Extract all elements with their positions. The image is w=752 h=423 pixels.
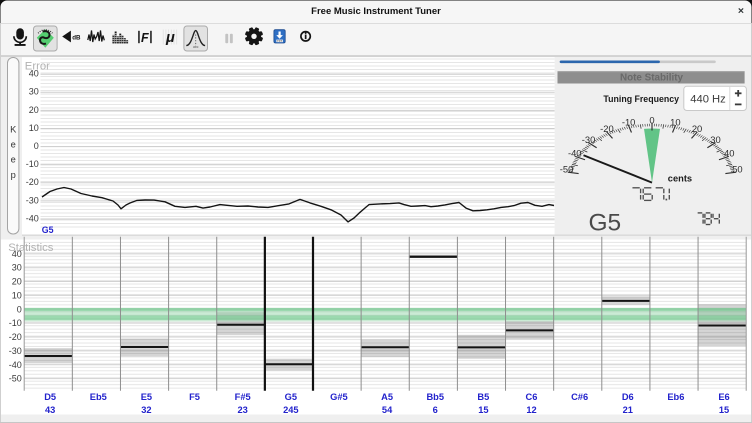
svg-text:G5: G5: [285, 392, 297, 402]
svg-text:0: 0: [17, 304, 22, 314]
svg-text:-10: -10: [622, 117, 636, 128]
svg-text:6: 6: [433, 405, 438, 415]
svg-text:e: e: [11, 140, 16, 150]
svg-text:0: 0: [34, 141, 39, 151]
svg-text:Statistics: Statistics: [8, 242, 54, 254]
svg-text:0: 0: [649, 114, 654, 125]
svg-text:245: 245: [283, 405, 299, 415]
svg-text:Note Stability: Note Stability: [620, 72, 684, 83]
svg-text:43: 43: [45, 405, 55, 415]
svg-text:30: 30: [710, 134, 720, 145]
svg-text:20: 20: [692, 123, 702, 134]
svg-text:C#6: C#6: [571, 392, 588, 402]
svg-text:K: K: [10, 125, 17, 135]
svg-text:C6: C6: [526, 392, 538, 402]
svg-text:15: 15: [478, 405, 488, 415]
svg-text:Free Music Instrument Tuner: Free Music Instrument Tuner: [311, 6, 441, 17]
svg-text:50: 50: [732, 163, 742, 174]
svg-text:-40: -40: [568, 147, 582, 158]
svg-text:μ: μ: [165, 30, 175, 46]
svg-text:30: 30: [12, 263, 22, 273]
svg-text:-50: -50: [9, 374, 22, 384]
svg-text:TXT: TXT: [277, 39, 282, 43]
svg-text:-40: -40: [26, 213, 39, 223]
svg-text:F#5: F#5: [235, 392, 251, 402]
svg-text:10: 10: [29, 123, 39, 133]
svg-text:20: 20: [29, 105, 39, 115]
svg-text:40: 40: [724, 147, 734, 158]
svg-text:abc: abc: [193, 45, 199, 49]
svg-text:Eb5: Eb5: [90, 392, 107, 402]
svg-text:-50: -50: [560, 163, 574, 174]
svg-text:×: ×: [738, 5, 744, 17]
svg-text:G5: G5: [42, 225, 54, 235]
svg-text:-20: -20: [9, 332, 22, 342]
svg-text:12: 12: [526, 405, 536, 415]
svg-text:Eb6: Eb6: [667, 392, 684, 402]
svg-text:dB: dB: [72, 34, 81, 41]
svg-text:D5: D5: [44, 392, 56, 402]
svg-text:D6: D6: [622, 392, 634, 402]
svg-text:30: 30: [29, 87, 39, 97]
svg-text:p: p: [11, 170, 16, 180]
svg-text:10: 10: [670, 117, 680, 128]
svg-text:F: F: [141, 31, 149, 45]
svg-text:32: 32: [141, 405, 151, 415]
svg-text:G#5: G#5: [330, 392, 348, 402]
svg-text:cents: cents: [668, 174, 692, 184]
svg-text:Error: Error: [25, 61, 50, 73]
svg-text:-30: -30: [582, 134, 596, 145]
svg-text:-30: -30: [9, 346, 22, 356]
svg-text:-30: -30: [26, 195, 39, 205]
svg-text:Bb5: Bb5: [426, 392, 444, 402]
svg-text:-10: -10: [26, 159, 39, 169]
svg-text:B5: B5: [477, 392, 489, 402]
svg-text:54: 54: [382, 405, 393, 415]
svg-text:E6: E6: [718, 392, 729, 402]
svg-text:-10: -10: [9, 318, 22, 328]
svg-text:20: 20: [12, 277, 22, 287]
svg-text:23: 23: [238, 405, 248, 415]
svg-text:A5: A5: [381, 392, 393, 402]
svg-text:-20: -20: [26, 177, 39, 187]
svg-text:G5: G5: [589, 209, 622, 236]
svg-text:-40: -40: [9, 360, 22, 370]
svg-text:F5: F5: [189, 392, 200, 402]
svg-text:-20: -20: [600, 123, 614, 134]
svg-text:e: e: [11, 155, 16, 165]
svg-text:15: 15: [719, 405, 729, 415]
svg-text:10: 10: [12, 290, 22, 300]
svg-text:E5: E5: [141, 392, 152, 402]
svg-text:440 Hz: 440 Hz: [690, 93, 726, 105]
svg-text:Tuning Frequency: Tuning Frequency: [603, 94, 679, 104]
svg-text:21: 21: [623, 405, 633, 415]
